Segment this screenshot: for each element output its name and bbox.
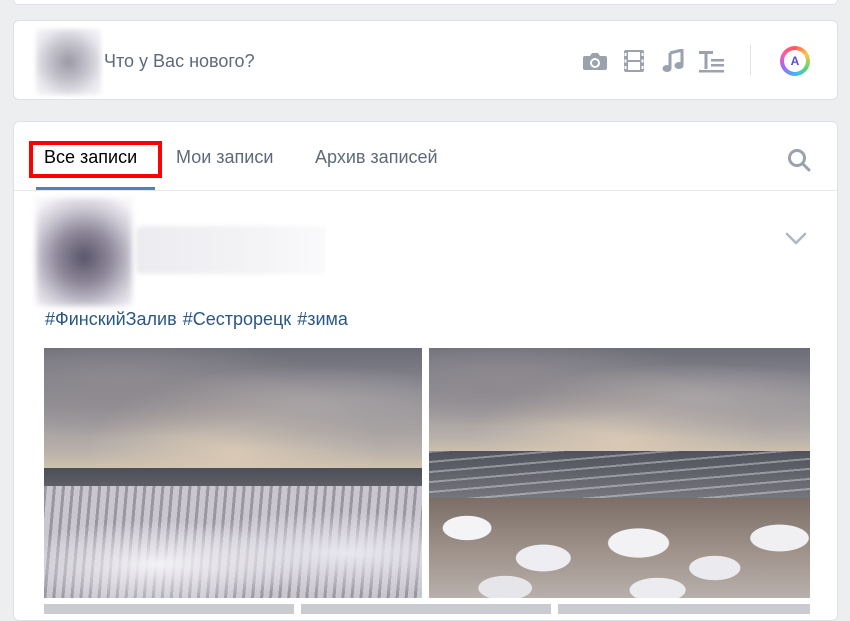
tab-my-posts[interactable]: Мои записи bbox=[176, 147, 273, 168]
hashtag-link[interactable]: #зима bbox=[297, 309, 348, 329]
photo-sea bbox=[44, 468, 422, 486]
add-music-button[interactable] bbox=[659, 48, 687, 74]
user-avatar[interactable] bbox=[36, 29, 101, 95]
post-photo-thumbnail[interactable] bbox=[301, 604, 551, 614]
post-photo[interactable] bbox=[429, 348, 810, 598]
add-photo-button[interactable] bbox=[581, 48, 609, 74]
post-photo-thumbnail[interactable] bbox=[44, 604, 294, 614]
post-photo-thumbnail[interactable] bbox=[558, 604, 810, 614]
composer-placeholder[interactable]: Что у Вас нового? bbox=[104, 51, 255, 72]
video-icon bbox=[624, 50, 644, 72]
article-icon bbox=[699, 51, 724, 73]
post-composer[interactable]: Что у Вас нового? A bbox=[13, 20, 838, 100]
photo-ice bbox=[429, 498, 810, 598]
photo-sky bbox=[44, 348, 422, 468]
post-photo[interactable] bbox=[44, 348, 422, 598]
search-icon[interactable] bbox=[786, 147, 812, 173]
add-article-button[interactable] bbox=[698, 48, 726, 74]
post-author-name[interactable] bbox=[136, 226, 326, 274]
active-tab-underline bbox=[36, 187, 155, 190]
previous-card-edge bbox=[13, 0, 838, 5]
assistant-label: A bbox=[784, 50, 806, 72]
post-author-avatar[interactable] bbox=[36, 198, 132, 306]
wall-feed: Все записи Мои записи Архив записей #Фин… bbox=[13, 121, 838, 621]
tab-all-posts[interactable]: Все записи bbox=[44, 147, 137, 168]
add-video-button[interactable] bbox=[620, 48, 648, 74]
hashtag-link[interactable]: #Сестрорецк bbox=[183, 309, 292, 329]
tab-archive[interactable]: Архив записей bbox=[315, 147, 438, 168]
music-icon bbox=[662, 49, 684, 72]
toolbar-divider bbox=[750, 45, 751, 75]
hashtag-link[interactable]: #ФинскийЗалив bbox=[45, 309, 177, 329]
camera-icon bbox=[583, 53, 607, 70]
photo-ice bbox=[44, 486, 422, 598]
chevron-down-icon[interactable] bbox=[784, 230, 808, 246]
photo-sky bbox=[429, 348, 810, 453]
assistant-button[interactable]: A bbox=[780, 46, 810, 76]
post-hashtags: #ФинскийЗалив #Сестрорецк #зима bbox=[45, 309, 354, 330]
feed-tabs: Все записи Мои записи Архив записей bbox=[14, 122, 837, 191]
